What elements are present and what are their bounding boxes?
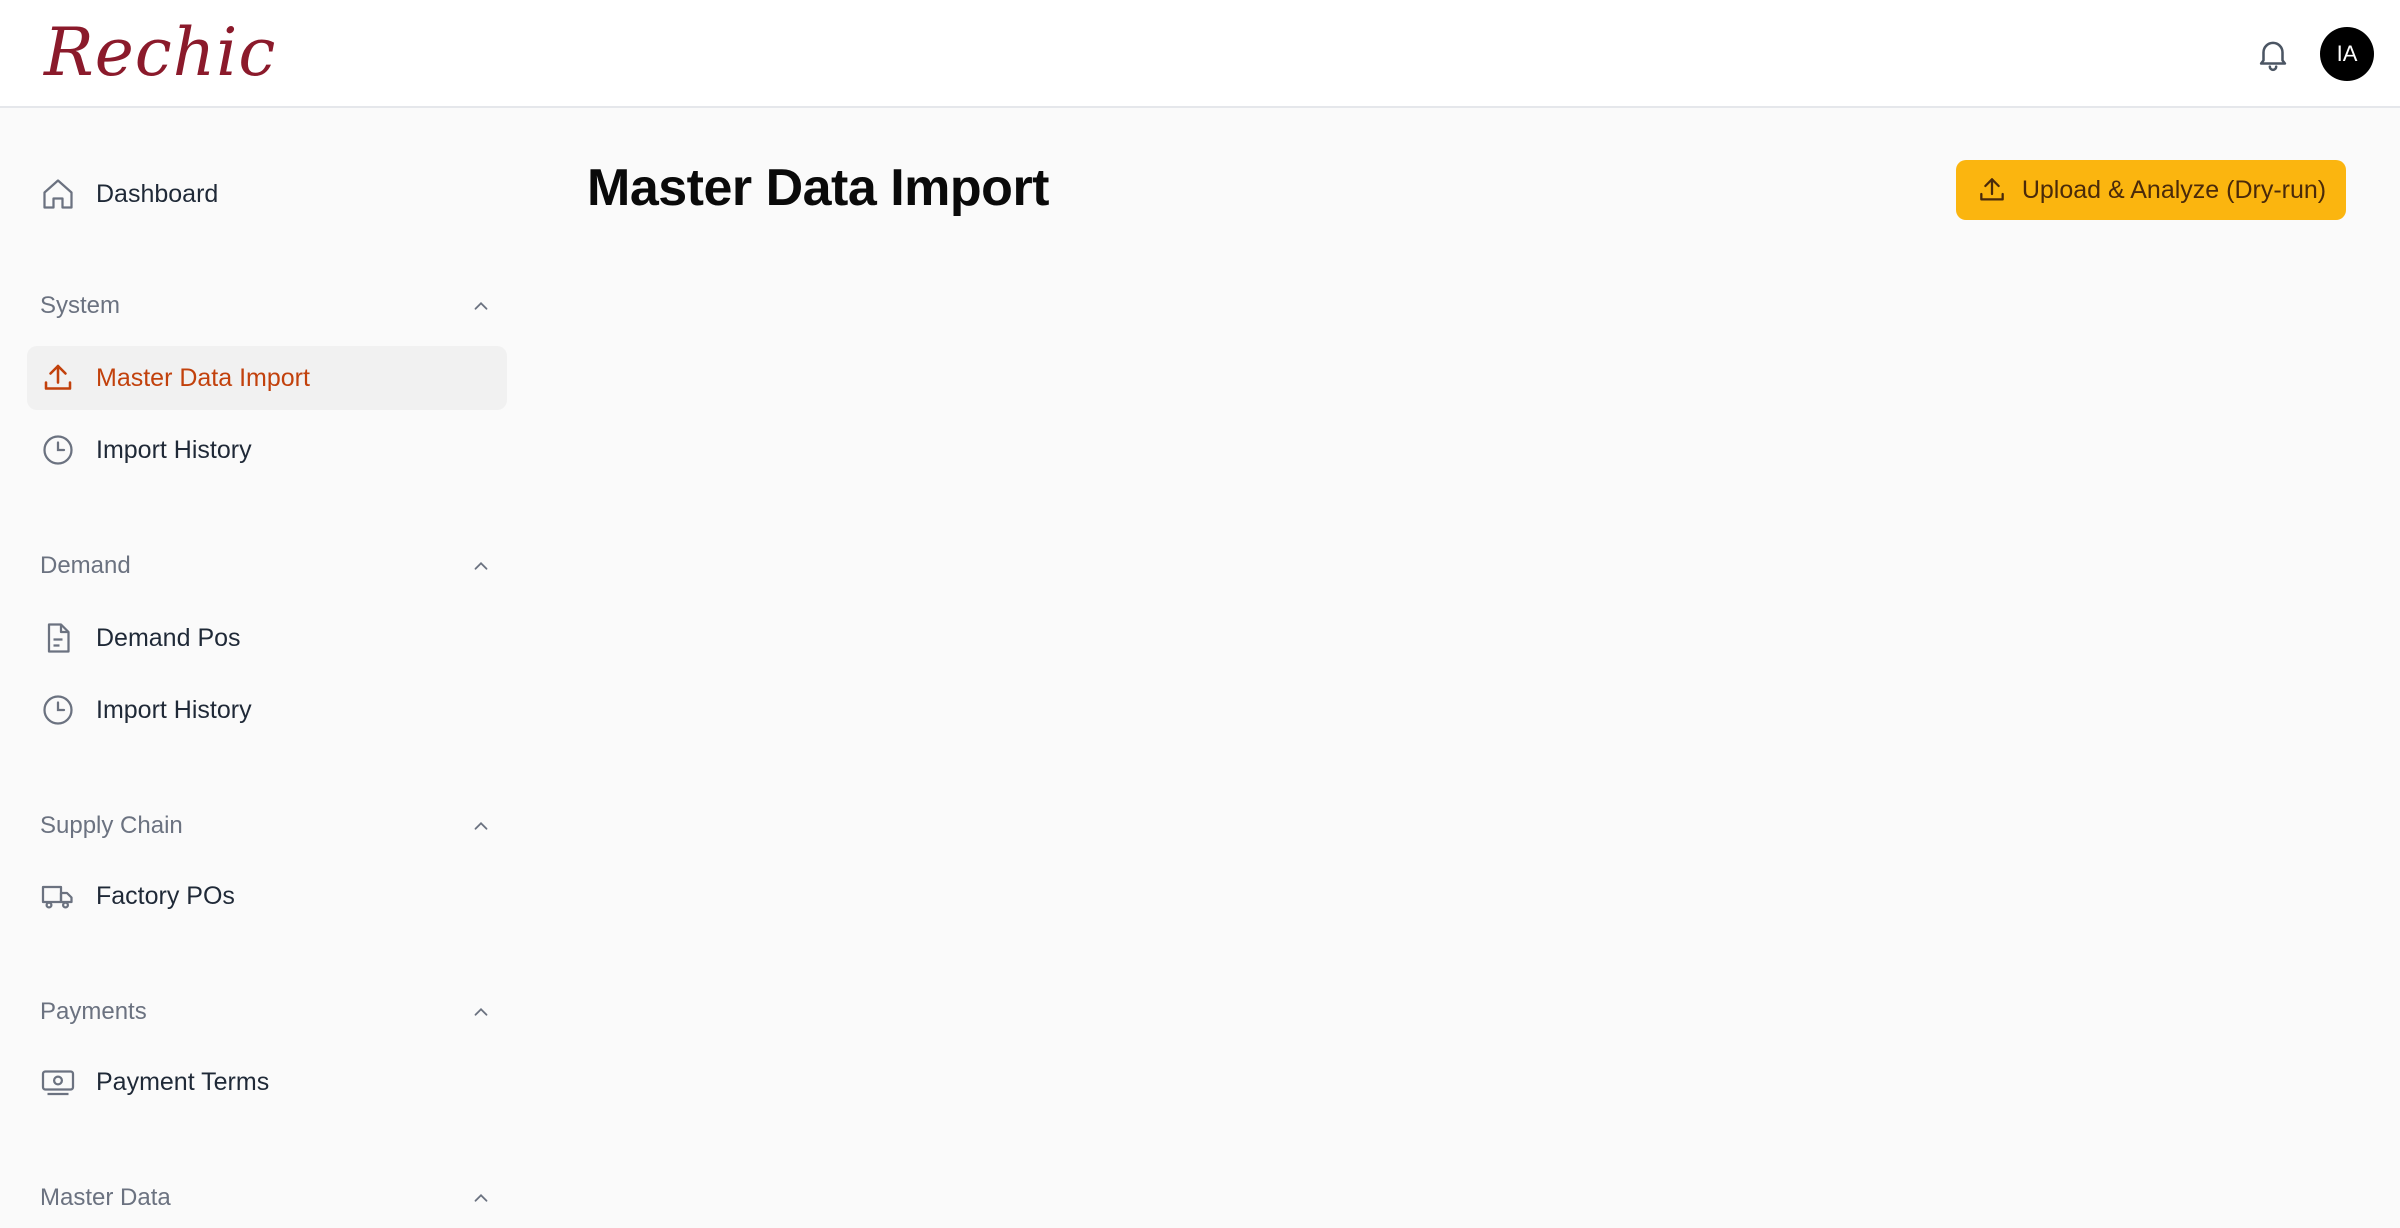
top-bar: Rechic IA [0, 0, 2400, 108]
upload-analyze-button[interactable]: Upload & Analyze (Dry-run) [1956, 160, 2346, 220]
chevron-up-icon [474, 1007, 488, 1016]
sidebar-item-demand-pos[interactable]: Demand Pos [27, 606, 507, 670]
sidebar-item-dashboard[interactable]: Dashboard [27, 162, 507, 226]
document-icon [40, 620, 76, 656]
sidebar: Dashboard System Master Data Import Impo… [0, 110, 520, 1228]
clock-icon [40, 432, 76, 468]
chevron-up-icon [474, 561, 488, 570]
sidebar-item-import-history[interactable]: Import History [27, 418, 507, 482]
home-icon [40, 176, 76, 212]
banknote-icon [40, 1064, 76, 1100]
sidebar-item-label: Factory POs [96, 881, 235, 910]
button-label: Upload & Analyze (Dry-run) [2021, 175, 2327, 204]
clock-icon [40, 692, 76, 728]
sidebar-item-master-data-import[interactable]: Master Data Import [27, 346, 507, 410]
section-title: Supply Chain [40, 812, 183, 839]
upload-icon [1980, 178, 2004, 201]
chevron-up-icon [474, 301, 488, 310]
sidebar-item-label: Master Data Import [96, 363, 310, 392]
brand-logo[interactable]: Rechic [44, 14, 276, 91]
section-title: Master Data [40, 1184, 171, 1211]
sidebar-item-factory-pos[interactable]: Factory POs [27, 864, 507, 928]
section-title: Demand [40, 552, 131, 579]
section-title: Payments [40, 998, 147, 1025]
sidebar-item-label: Import History [96, 695, 252, 724]
section-supply-chain[interactable]: Supply Chain [40, 806, 490, 846]
sidebar-item-payment-terms[interactable]: Payment Terms [27, 1050, 507, 1114]
bell-icon[interactable] [2254, 34, 2292, 74]
user-avatar[interactable]: IA [2320, 27, 2374, 81]
chevron-up-icon [474, 821, 488, 830]
truck-icon [40, 878, 76, 914]
upload-icon [40, 360, 76, 396]
section-system[interactable]: System [40, 286, 490, 326]
sidebar-item-label: Payment Terms [96, 1067, 270, 1096]
section-demand[interactable]: Demand [40, 546, 490, 586]
sidebar-item-demand-import-history[interactable]: Import History [27, 678, 507, 742]
page-title: Master Data Import [587, 159, 1050, 217]
chevron-up-icon [474, 1193, 488, 1202]
section-payments[interactable]: Payments [40, 992, 490, 1032]
section-master-data[interactable]: Master Data [40, 1178, 490, 1218]
sidebar-item-label: Demand Pos [96, 623, 241, 652]
sidebar-item-label: Import History [96, 435, 252, 464]
sidebar-item-label: Dashboard [96, 179, 219, 208]
section-title: System [40, 292, 121, 319]
